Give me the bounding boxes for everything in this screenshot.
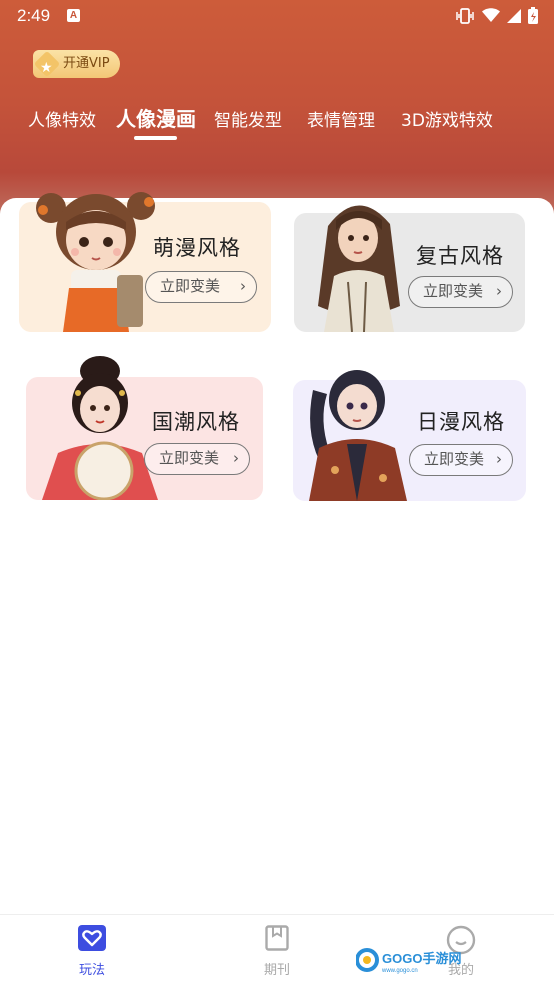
style-card-retro[interactable]: 复古风格 立即变美 › [294, 205, 525, 332]
card-title: 国潮风格 [152, 410, 240, 434]
chevron-right-icon: › [496, 450, 502, 468]
beautify-button[interactable]: 立即变美 › [408, 276, 513, 308]
battery-icon [528, 7, 538, 29]
star-icon: ★ [40, 60, 53, 76]
tab-portrait-effects[interactable]: 人像特效 [28, 106, 96, 131]
japanese-girl-illustration [309, 370, 407, 501]
signal-icon [507, 8, 521, 28]
style-card-guochao[interactable]: 国潮风格 立即变美 › [26, 356, 263, 500]
nav-item-play[interactable]: 玩法 [52, 925, 132, 978]
tab-expression[interactable]: 表情管理 [307, 106, 375, 131]
cute-girl-illustration [36, 192, 155, 332]
button-label: 立即变美 [424, 450, 485, 468]
button-label: 立即变美 [159, 449, 220, 467]
watermark-logo: GOGO手游网 www.gogo.cn [355, 946, 476, 974]
guochao-girl-illustration [42, 356, 158, 500]
beautify-button[interactable]: 立即变美 › [409, 444, 513, 476]
retro-girl-illustration [318, 205, 400, 332]
nav-item-journal[interactable]: 期刊 [237, 925, 317, 978]
button-label: 立即变美 [423, 282, 484, 300]
bookmark-icon [265, 925, 289, 951]
card-title: 复古风格 [416, 244, 504, 268]
chevron-right-icon: › [496, 282, 502, 300]
notification-icon: A [67, 9, 80, 22]
vip-label: 开通VIP [63, 56, 110, 71]
chevron-right-icon: › [233, 449, 239, 467]
tab-smart-hairstyle[interactable]: 智能发型 [214, 106, 282, 131]
button-label: 立即变美 [160, 277, 221, 295]
card-title: 日漫风格 [417, 410, 505, 434]
svg-text:GOGO手游网: GOGO手游网 [382, 951, 461, 966]
heart-icon [78, 925, 106, 951]
card-title: 萌漫风格 [153, 236, 241, 260]
status-bar: 2:49 A [0, 0, 554, 32]
wifi-icon [482, 8, 500, 28]
beautify-button[interactable]: 立即变美 › [145, 271, 257, 303]
chevron-right-icon: › [240, 277, 246, 295]
tab-portrait-comic[interactable]: 人像漫画 [116, 103, 196, 132]
beautify-button[interactable]: 立即变美 › [144, 443, 250, 475]
active-tab-indicator [134, 136, 177, 140]
style-card-japanese-comic[interactable]: 日漫风格 立即变美 › [293, 370, 526, 501]
svg-text:www.gogo.cn: www.gogo.cn [381, 968, 418, 974]
vibrate-icon [455, 7, 475, 29]
style-card-cute-comic[interactable]: 萌漫风格 立即变美 › [19, 192, 271, 332]
status-icons [455, 7, 538, 29]
nav-label: 玩法 [78, 963, 105, 978]
vip-button[interactable]: ★ 开通VIP [33, 50, 120, 78]
category-tabs: 人像特效 人像漫画 智能发型 表情管理 3D游戏特效 [0, 100, 554, 144]
nav-label: 期刊 [263, 963, 290, 978]
status-time: 2:49 [17, 6, 51, 25]
tab-3d-game-effects[interactable]: 3D游戏特效 [401, 106, 493, 131]
